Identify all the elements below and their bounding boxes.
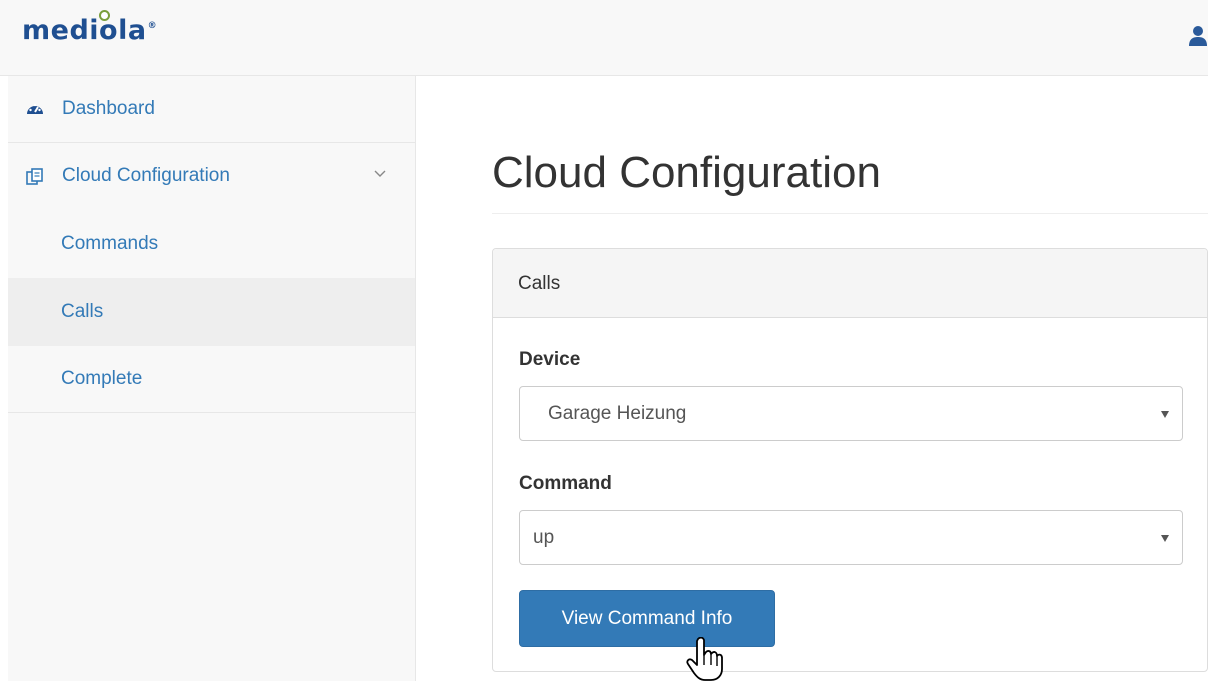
caret-down-icon: [1161, 411, 1169, 418]
logo-dot-icon: [99, 10, 110, 21]
device-select-value: Garage Heizung: [548, 403, 687, 424]
hand-pointer-cursor: [686, 637, 723, 681]
command-select[interactable]: up: [519, 510, 1183, 565]
sidebar: Dashboard Cloud Configuration Commands C…: [8, 76, 416, 681]
device-select[interactable]: Garage Heizung: [519, 386, 1183, 441]
sidebar-item-dashboard[interactable]: Dashboard: [8, 76, 415, 143]
sidebar-item-label: Commands: [61, 233, 159, 254]
logo-registered-mark: ®: [147, 21, 158, 31]
sidebar-item-cloud-configuration[interactable]: Cloud Configuration: [8, 143, 415, 210]
mediola-logo[interactable]: mediola®: [22, 10, 158, 55]
sidebar-item-label: Calls: [61, 301, 104, 322]
sidebar-item-label: Complete: [61, 368, 143, 389]
chevron-down-icon[interactable]: [374, 170, 386, 178]
page-title: Cloud Configuration: [492, 148, 881, 197]
panel-title: Calls: [518, 273, 561, 294]
calls-panel: Calls Device Garage Heizung Command up V…: [492, 248, 1208, 672]
sidebar-item-calls[interactable]: Calls: [8, 278, 415, 346]
main-content: Cloud Configuration Calls Device Garage …: [416, 76, 1208, 681]
tachometer-icon: [27, 103, 43, 114]
sidebar-item-complete[interactable]: Complete: [8, 346, 415, 413]
sidebar-item-label: Cloud Configuration: [62, 165, 230, 186]
view-command-info-button[interactable]: View Command Info: [519, 590, 775, 647]
caret-down-icon: [1161, 535, 1169, 542]
command-label: Command: [519, 473, 612, 494]
top-navbar: mediola®: [0, 0, 1208, 76]
copy-icon: [26, 168, 43, 185]
title-divider: [492, 213, 1208, 214]
device-label: Device: [519, 349, 581, 370]
logo-text: mediola: [22, 15, 147, 46]
user-icon[interactable]: [1188, 24, 1208, 48]
sidebar-item-label: Dashboard: [62, 98, 155, 119]
command-select-value: up: [533, 527, 555, 548]
panel-heading: Calls: [493, 249, 1207, 318]
sidebar-item-commands[interactable]: Commands: [8, 210, 415, 278]
